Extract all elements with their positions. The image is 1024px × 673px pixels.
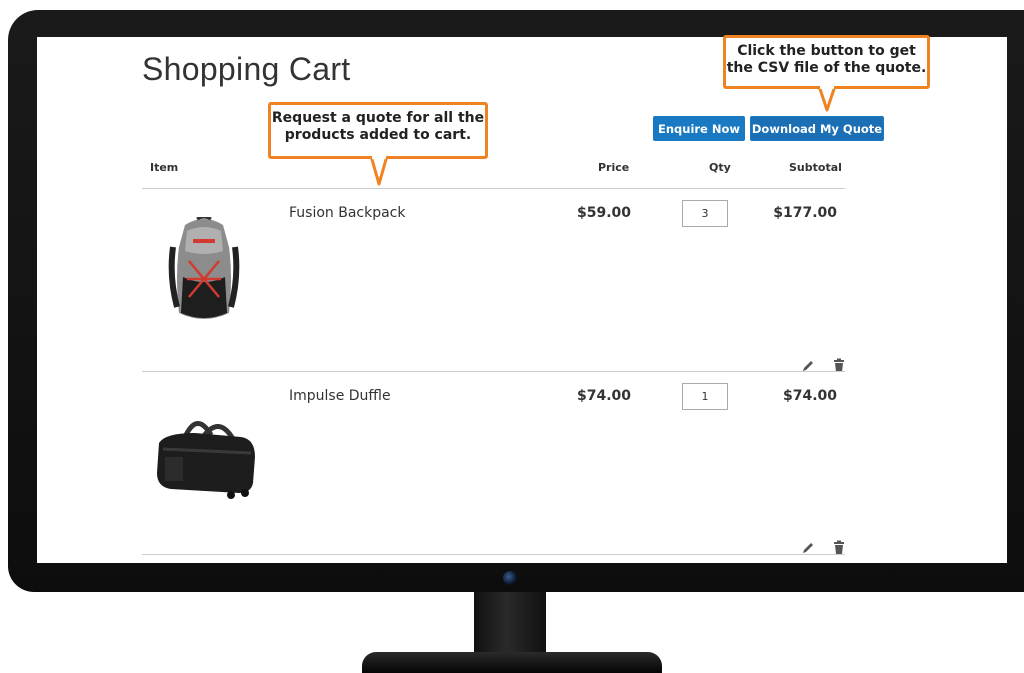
csv-callout: Click the button to get the CSV file of … bbox=[723, 35, 930, 89]
quote-callout: Request a quote for all the products add… bbox=[268, 102, 488, 159]
product-subtotal: $177.00 bbox=[773, 205, 837, 221]
quantity-input[interactable] bbox=[682, 200, 728, 227]
trash-icon[interactable] bbox=[832, 358, 846, 372]
quantity-input[interactable] bbox=[682, 383, 728, 410]
product-name[interactable]: Fusion Backpack bbox=[289, 205, 406, 221]
column-header-qty: Qty bbox=[709, 161, 731, 174]
csv-callout-arrow bbox=[817, 86, 837, 112]
row-divider bbox=[142, 371, 845, 372]
webcam-icon bbox=[503, 571, 517, 585]
download-quote-button[interactable]: Download My Quote bbox=[750, 116, 884, 141]
column-header-item: Item bbox=[150, 161, 179, 174]
duffle-bag-image[interactable] bbox=[155, 409, 259, 499]
trash-icon[interactable] bbox=[832, 540, 846, 554]
backpack-image[interactable] bbox=[163, 217, 245, 325]
header-divider bbox=[142, 188, 845, 189]
row-divider bbox=[142, 554, 845, 555]
pencil-icon[interactable] bbox=[801, 541, 815, 555]
product-name[interactable]: Impulse Duffle bbox=[289, 388, 391, 404]
product-price: $59.00 bbox=[576, 205, 631, 221]
product-price: $74.00 bbox=[576, 388, 631, 404]
screen: Shopping Cart Enquire Now Download My Qu… bbox=[37, 37, 1007, 563]
monitor-stand-neck bbox=[474, 592, 546, 654]
column-header-price: Price bbox=[598, 161, 630, 174]
page-title: Shopping Cart bbox=[142, 51, 351, 87]
product-subtotal: $74.00 bbox=[782, 388, 837, 404]
monitor-stand-base bbox=[362, 652, 662, 673]
column-header-subtotal: Subtotal bbox=[789, 161, 842, 174]
enquire-now-button[interactable]: Enquire Now bbox=[653, 116, 745, 141]
quote-callout-arrow bbox=[369, 156, 389, 186]
